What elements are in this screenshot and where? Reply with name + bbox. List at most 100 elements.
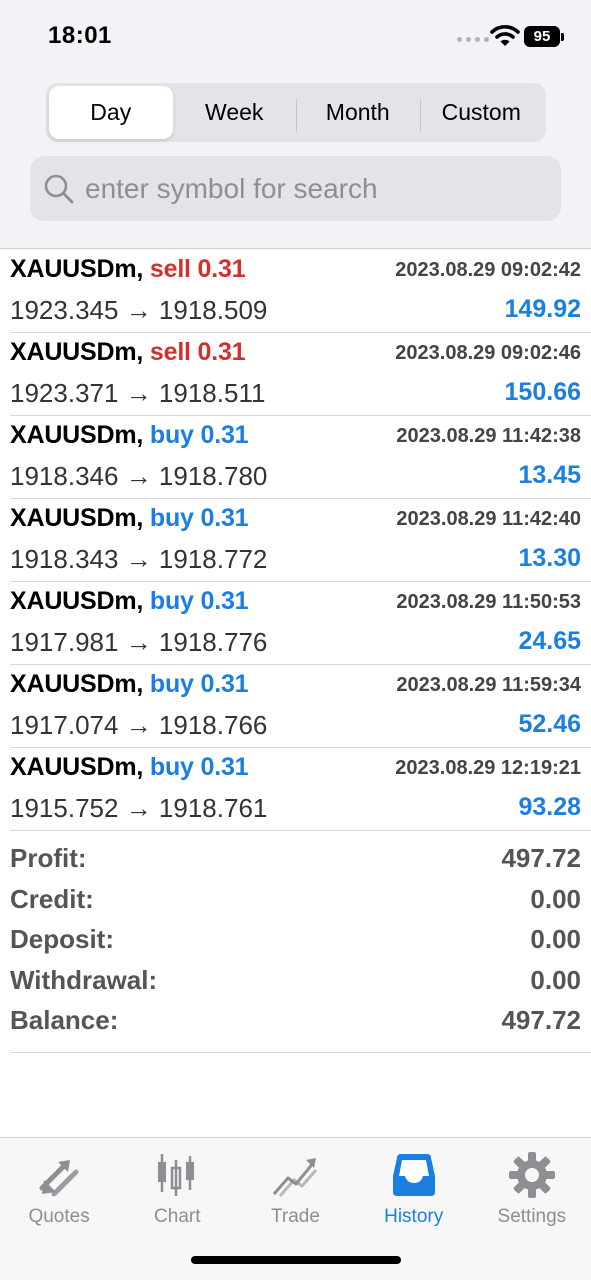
quotes-icon <box>39 1160 79 1197</box>
summary-row-credit: Credit: 0.00 <box>10 882 591 923</box>
search-bar[interactable] <box>30 156 561 221</box>
chart-icon <box>158 1154 195 1196</box>
deal-action: buy 0.31 <box>149 753 249 781</box>
deal-row[interactable]: XAUUSDm, buy 0.31 2023.08.29 11:50:53 19… <box>10 582 591 665</box>
cellular-signal-icon <box>457 37 489 42</box>
deal-row[interactable]: XAUUSDm, sell 0.31 2023.08.29 09:02:42 1… <box>10 250 591 333</box>
deal-symbol: XAUUSDm, <box>10 255 144 283</box>
deal-close-price: 1918.780 <box>158 461 268 491</box>
deal-action: sell 0.31 <box>149 255 246 283</box>
tab-label: Quotes <box>28 1206 90 1227</box>
summary-row-withdrawal: Withdrawal: 0.00 <box>10 963 591 1004</box>
summary-value: 497.72 <box>501 843 581 873</box>
history-icon <box>392 1154 435 1196</box>
deal-symbol: XAUUSDm, <box>10 504 144 532</box>
battery-indicator: 95 <box>524 26 560 47</box>
tab-label: Settings <box>497 1206 567 1227</box>
summary-row-profit: Profit: 497.72 <box>10 841 591 882</box>
home-indicator[interactable] <box>191 1256 401 1264</box>
deal-symbol: XAUUSDm, <box>10 421 144 449</box>
deal-time: 2023.08.29 11:42:38 <box>396 425 581 447</box>
search-icon <box>44 174 74 203</box>
deal-close-price: 1918.772 <box>158 544 268 574</box>
summary-value: 0.00 <box>530 924 581 954</box>
deal-time: 2023.08.29 11:42:40 <box>396 508 581 530</box>
deal-time: 2023.08.29 11:59:34 <box>396 674 581 696</box>
deal-row[interactable]: XAUUSDm, buy 0.31 2023.08.29 11:42:40 19… <box>10 499 591 582</box>
tab-quotes[interactable]: Quotes <box>0 1138 118 1238</box>
deal-action: sell 0.31 <box>149 338 246 366</box>
deal-close-price: 1918.509 <box>158 295 268 325</box>
deal-list: XAUUSDm, sell 0.31 2023.08.29 09:02:42 1… <box>0 250 591 831</box>
tab-week[interactable]: Week <box>173 86 297 139</box>
summary-label: Profit: <box>10 843 87 873</box>
arrow-right-icon: → <box>125 544 152 574</box>
deal-symbol: XAUUSDm, <box>10 587 144 615</box>
deal-close-price: 1918.776 <box>158 627 268 657</box>
arrow-right-icon: → <box>125 793 152 823</box>
search-input[interactable] <box>85 172 545 205</box>
summary-label: Credit: <box>10 883 94 914</box>
deal-profit: 52.46 <box>518 710 581 738</box>
deal-row[interactable]: XAUUSDm, buy 0.31 2023.08.29 11:59:34 19… <box>10 665 591 748</box>
account-summary: Profit: 497.72 Credit: 0.00 Deposit: 0.0… <box>10 841 591 1053</box>
deal-profit: 13.30 <box>518 544 581 572</box>
deal-row[interactable]: XAUUSDm, buy 0.31 2023.08.29 11:42:38 19… <box>10 416 591 499</box>
deal-action: buy 0.31 <box>149 587 249 615</box>
tab-day[interactable]: Day <box>49 86 173 139</box>
deal-profit: 24.65 <box>518 627 581 655</box>
tab-custom[interactable]: Custom <box>419 86 544 139</box>
period-selector: Day Week Month Custom <box>46 83 546 142</box>
arrow-right-icon: → <box>125 627 152 657</box>
deal-open-price: 1917.074 <box>10 710 119 740</box>
deal-profit: 13.45 <box>518 461 581 489</box>
deal-open-price: 1923.371 <box>10 378 119 408</box>
deal-action: buy 0.31 <box>149 421 249 449</box>
summary-value: 497.72 <box>501 1005 581 1035</box>
arrow-right-icon: → <box>125 710 152 740</box>
deal-close-price: 1918.511 <box>158 378 266 408</box>
deal-profit: 93.28 <box>518 793 581 821</box>
deal-open-price: 1918.346 <box>10 461 119 491</box>
arrow-right-icon: → <box>125 295 152 325</box>
tab-trade[interactable]: Trade <box>236 1138 354 1238</box>
status-bar: 18:01 95 <box>0 0 591 76</box>
summary-value: 0.00 <box>530 883 581 914</box>
tab-settings[interactable]: Settings <box>473 1138 591 1238</box>
deal-open-price: 1923.345 <box>10 295 119 325</box>
tab-label: History <box>384 1206 444 1227</box>
tab-month[interactable]: Month <box>296 86 420 139</box>
arrow-right-icon: → <box>125 378 152 408</box>
deal-time: 2023.08.29 11:50:53 <box>396 591 581 613</box>
status-time: 18:01 <box>48 22 112 49</box>
deal-profit: 150.66 <box>504 378 581 406</box>
deal-time: 2023.08.29 09:02:42 <box>395 259 581 281</box>
deal-close-price: 1918.766 <box>158 710 268 740</box>
deal-symbol: XAUUSDm, <box>10 338 144 366</box>
tab-history[interactable]: History <box>355 1138 473 1238</box>
deal-row[interactable]: XAUUSDm, sell 0.31 2023.08.29 09:02:46 1… <box>10 333 591 416</box>
deal-action: buy 0.31 <box>149 670 249 698</box>
trade-icon <box>273 1158 318 1197</box>
deal-time: 2023.08.29 09:02:46 <box>395 342 581 364</box>
deal-open-price: 1918.343 <box>10 544 119 574</box>
deal-open-price: 1915.752 <box>10 793 119 823</box>
arrow-right-icon: → <box>125 461 152 491</box>
deal-row[interactable]: XAUUSDm, buy 0.31 2023.08.29 12:19:21 19… <box>10 748 591 831</box>
tab-label: Trade <box>271 1206 320 1227</box>
tab-label: Chart <box>154 1206 201 1227</box>
summary-row-deposit: Deposit: 0.00 <box>10 922 591 963</box>
tab-chart[interactable]: Chart <box>118 1138 236 1238</box>
deal-profit: 149.92 <box>504 295 581 323</box>
battery-nub <box>561 33 564 41</box>
deal-close-price: 1918.761 <box>158 793 268 823</box>
deal-symbol: XAUUSDm, <box>10 670 144 698</box>
summary-label: Withdrawal: <box>10 964 158 995</box>
summary-label: Deposit: <box>10 924 114 954</box>
deal-symbol: XAUUSDm, <box>10 753 144 781</box>
deal-open-price: 1917.981 <box>10 627 119 657</box>
wifi-icon <box>490 25 520 46</box>
summary-label: Balance: <box>10 1005 119 1035</box>
summary-row-balance: Balance: 497.72 <box>10 1003 591 1044</box>
summary-value: 0.00 <box>530 964 581 995</box>
